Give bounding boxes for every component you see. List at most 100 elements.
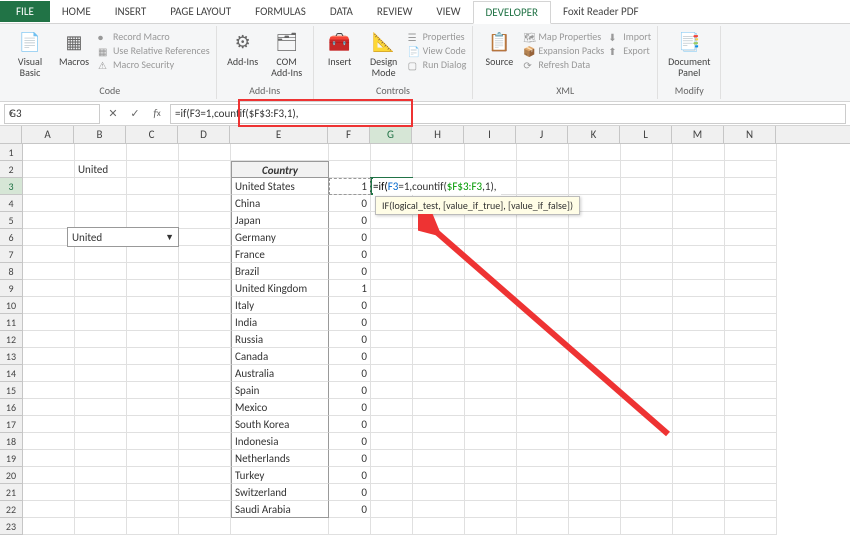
cell-F11[interactable]: 0: [329, 314, 371, 331]
cell-D16[interactable]: [179, 399, 231, 416]
cell-N15[interactable]: [725, 382, 777, 399]
cell-F17[interactable]: 0: [329, 416, 371, 433]
cell-A21[interactable]: [23, 484, 75, 501]
cell-B13[interactable]: [75, 348, 127, 365]
cell-G14[interactable]: [371, 365, 413, 382]
cell-D17[interactable]: [179, 416, 231, 433]
cell-H2[interactable]: [413, 161, 465, 178]
cell-N17[interactable]: [725, 416, 777, 433]
cell-K3[interactable]: [569, 178, 621, 195]
accept-formula-button[interactable]: ✓: [126, 105, 144, 123]
cell-F15[interactable]: 0: [329, 382, 371, 399]
cell-C10[interactable]: [127, 297, 179, 314]
cell-B2[interactable]: United: [75, 161, 127, 178]
cell-A3[interactable]: [23, 178, 75, 195]
col-header-H[interactable]: H: [412, 126, 464, 143]
cell-K23[interactable]: [569, 518, 621, 535]
cell-N19[interactable]: [725, 450, 777, 467]
cell-B10[interactable]: [75, 297, 127, 314]
cell-C1[interactable]: [127, 144, 179, 161]
cell-G21[interactable]: [371, 484, 413, 501]
cell-I1[interactable]: [465, 144, 517, 161]
row-header-17[interactable]: 17: [0, 416, 22, 433]
cell-G18[interactable]: [371, 433, 413, 450]
cancel-formula-button[interactable]: ✕: [104, 105, 122, 123]
fx-button[interactable]: fx: [148, 105, 166, 123]
cell-C23[interactable]: [127, 518, 179, 535]
cell-A14[interactable]: [23, 365, 75, 382]
cell-A11[interactable]: [23, 314, 75, 331]
cell-B22[interactable]: [75, 501, 127, 518]
col-header-L[interactable]: L: [620, 126, 672, 143]
cell-B8[interactable]: [75, 263, 127, 280]
cell-E12[interactable]: Russia: [231, 331, 329, 348]
select-all-corner[interactable]: [0, 126, 22, 143]
cell-B11[interactable]: [75, 314, 127, 331]
cell-E5[interactable]: Japan: [231, 212, 329, 229]
row-header-21[interactable]: 21: [0, 484, 22, 501]
cell-F5[interactable]: 0: [329, 212, 371, 229]
cell-D11[interactable]: [179, 314, 231, 331]
cell-D23[interactable]: [179, 518, 231, 535]
cell-G8[interactable]: [371, 263, 413, 280]
cell-J1[interactable]: [517, 144, 569, 161]
cell-E1[interactable]: [231, 144, 329, 161]
row-header-13[interactable]: 13: [0, 348, 22, 365]
cell-H23[interactable]: [413, 518, 465, 535]
cell-F19[interactable]: 0: [329, 450, 371, 467]
use-relative-refs-button[interactable]: ▦Use Relative References: [98, 44, 210, 57]
cell-N13[interactable]: [725, 348, 777, 365]
col-header-A[interactable]: A: [22, 126, 74, 143]
row-header-9[interactable]: 9: [0, 280, 22, 297]
cell-M23[interactable]: [673, 518, 725, 535]
cell-M4[interactable]: [673, 195, 725, 212]
col-header-I[interactable]: I: [464, 126, 516, 143]
cell-E14[interactable]: Australia: [231, 365, 329, 382]
cell-H1[interactable]: [413, 144, 465, 161]
cell-N4[interactable]: [725, 195, 777, 212]
cell-E13[interactable]: Canada: [231, 348, 329, 365]
cell-M22[interactable]: [673, 501, 725, 518]
cell-D22[interactable]: [179, 501, 231, 518]
in-cell-formula[interactable]: =if(F3=1,countif($F$3:F3,1),: [373, 178, 501, 195]
cell-N6[interactable]: [725, 229, 777, 246]
country-dropdown[interactable]: United▼: [67, 227, 179, 247]
row-header-18[interactable]: 18: [0, 433, 22, 450]
cell-C21[interactable]: [127, 484, 179, 501]
cell-A7[interactable]: [23, 246, 75, 263]
cell-K2[interactable]: [569, 161, 621, 178]
cell-B9[interactable]: [75, 280, 127, 297]
cell-K20[interactable]: [569, 467, 621, 484]
row-header-23[interactable]: 23: [0, 518, 22, 535]
cell-F8[interactable]: 0: [329, 263, 371, 280]
cell-G7[interactable]: [371, 246, 413, 263]
cell-B16[interactable]: [75, 399, 127, 416]
cell-G23[interactable]: [371, 518, 413, 535]
record-macro-button[interactable]: ⏺Record Macro: [98, 30, 210, 43]
addins-button[interactable]: ⚙ Add-Ins: [223, 28, 263, 69]
cell-D5[interactable]: [179, 212, 231, 229]
cell-F16[interactable]: 0: [329, 399, 371, 416]
cell-M21[interactable]: [673, 484, 725, 501]
cell-N16[interactable]: [725, 399, 777, 416]
com-addins-button[interactable]: 🗂 COMAdd-Ins: [267, 28, 307, 80]
col-header-E[interactable]: E: [230, 126, 328, 143]
cell-G17[interactable]: [371, 416, 413, 433]
cell-A23[interactable]: [23, 518, 75, 535]
cell-B15[interactable]: [75, 382, 127, 399]
col-header-C[interactable]: C: [126, 126, 178, 143]
cell-M3[interactable]: [673, 178, 725, 195]
cell-E19[interactable]: Netherlands: [231, 450, 329, 467]
cell-F22[interactable]: 0: [329, 501, 371, 518]
cell-C20[interactable]: [127, 467, 179, 484]
row-header-3[interactable]: 3: [0, 178, 22, 195]
cell-N8[interactable]: [725, 263, 777, 280]
cell-F2[interactable]: [329, 161, 371, 178]
cell-N21[interactable]: [725, 484, 777, 501]
cell-B4[interactable]: [75, 195, 127, 212]
cell-A12[interactable]: [23, 331, 75, 348]
cell-N1[interactable]: [725, 144, 777, 161]
cell-J23[interactable]: [517, 518, 569, 535]
col-header-D[interactable]: D: [178, 126, 230, 143]
cell-E4[interactable]: China: [231, 195, 329, 212]
